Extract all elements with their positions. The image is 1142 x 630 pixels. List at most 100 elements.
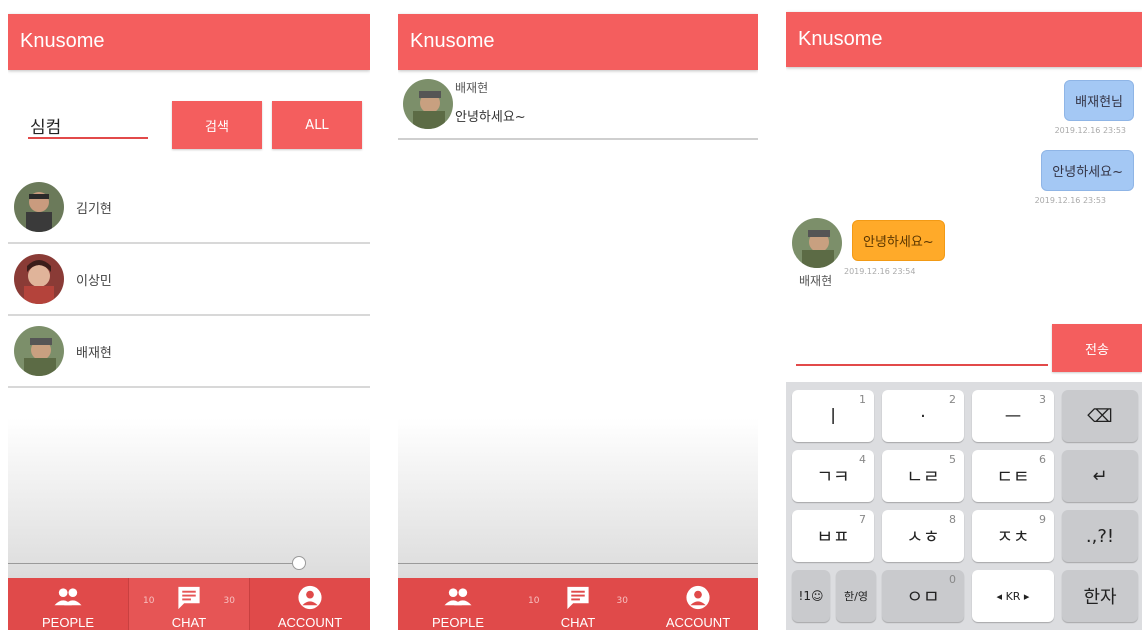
message-time: 2019.12.16 23:53: [1054, 126, 1126, 135]
message-input[interactable]: [796, 340, 1048, 366]
app-title: Knusome: [8, 14, 370, 70]
list-item[interactable]: 김기현: [8, 172, 370, 244]
key-dot[interactable]: · 2: [882, 390, 964, 442]
key-g[interactable]: ㄱㅋ 4: [792, 450, 874, 502]
key-i[interactable]: ㅣ1: [792, 390, 874, 442]
message-time: 2019.12.16 23:54: [844, 267, 916, 276]
bottom-nav: PEOPLE 10 CHAT 30 ACCOUNT: [398, 578, 758, 630]
progress-track: [8, 563, 300, 564]
key-number: 4: [859, 453, 866, 466]
bottom-nav: PEOPLE 10 CHAT 30 ACCOUNT: [8, 578, 370, 630]
people-icon: [444, 588, 472, 606]
key-number: 8: [949, 513, 956, 526]
person-name: 김기현: [76, 201, 112, 217]
list-item[interactable]: 배재현: [8, 316, 370, 388]
app-title: Knusome: [786, 12, 1142, 67]
chat-list-screen: Knusome 배재현 안녕하세요~ PEOPLE 10 CHAT 30 ACC…: [398, 0, 758, 630]
avatar: [403, 79, 453, 129]
nav-people[interactable]: PEOPLE: [398, 578, 518, 630]
message-bubble-in: 안녕하세요~: [852, 220, 945, 261]
enter-key[interactable]: ↵: [1062, 450, 1138, 502]
nav-label: PEOPLE: [431, 615, 485, 630]
avatar: [14, 254, 64, 304]
key-n[interactable]: ㄴㄹ 5: [882, 450, 964, 502]
key-label: 한자: [1083, 587, 1117, 608]
message-time: 2019.12.16 23:53: [1034, 196, 1106, 205]
nav-account[interactable]: ACCOUNT: [638, 578, 758, 630]
key-d[interactable]: ㄷㅌ 6: [972, 450, 1054, 502]
account-icon: [686, 585, 710, 610]
key-label: ㅂㅍ: [816, 527, 850, 548]
key-label: ㄱㅋ: [816, 467, 850, 488]
replay-10-icon: 10: [528, 596, 540, 606]
key-label: 한/영: [844, 590, 868, 603]
replay-10-icon: 10: [143, 596, 155, 606]
forward-30-icon: 30: [616, 596, 628, 606]
symbol-key[interactable]: !1☺: [792, 570, 830, 622]
avatar: [14, 326, 64, 376]
nav-label: ACCOUNT: [665, 615, 731, 630]
chat-icon: [567, 586, 589, 610]
nav-account[interactable]: ACCOUNT: [250, 578, 370, 630]
nav-chat[interactable]: 10 CHAT 30: [128, 578, 250, 630]
nav-label: CHAT: [560, 615, 596, 630]
search-button[interactable]: 검색: [172, 101, 262, 149]
forward-30-icon: 30: [223, 596, 235, 606]
avatar: [792, 218, 842, 268]
key-label: ㅣ: [824, 407, 842, 428]
lang-toggle-key[interactable]: 한/영: [836, 570, 876, 622]
key-label: ㅇㅁ: [906, 587, 940, 608]
key-number: 6: [1039, 453, 1046, 466]
nav-label: ACCOUNT: [277, 615, 343, 630]
key-number: 9: [1039, 513, 1046, 526]
all-button[interactable]: ALL: [272, 101, 362, 149]
message-bubble-out: 안녕하세요~: [1041, 150, 1134, 191]
person-name: 배재현: [76, 345, 112, 361]
chat-icon: [178, 586, 200, 610]
key-number: 2: [949, 393, 956, 406]
key-number: 5: [949, 453, 956, 466]
people-icon: [54, 588, 82, 606]
key-j[interactable]: ㅈㅊ 9: [972, 510, 1054, 562]
nav-label: PEOPLE: [41, 615, 95, 630]
key-label: ㅅㅎ: [906, 527, 940, 548]
nav-label: CHAT: [171, 615, 207, 630]
room-name: 배재현: [455, 81, 489, 95]
key-eu[interactable]: ㅡ3: [972, 390, 1054, 442]
key-number: 7: [859, 513, 866, 526]
space-key[interactable]: ◂ KR ▸: [972, 570, 1054, 622]
person-name: 이상민: [76, 273, 112, 289]
empty-area: [8, 418, 370, 578]
key-number: 1: [859, 393, 866, 406]
room-last-message: 안녕하세요~: [455, 110, 526, 125]
key-label: ㅡ: [1004, 407, 1022, 428]
message-bubble-out: 배재현님: [1064, 80, 1134, 121]
sender-name: 배재현: [799, 274, 833, 288]
avatar: [14, 182, 64, 232]
account-icon: [298, 585, 322, 610]
backspace-icon: ⌫: [1087, 405, 1113, 427]
key-label: ㄴㄹ: [906, 467, 940, 488]
keyboard: ㅣ1 · 2 ㅡ3 ⌫ ㄱㅋ 4 ㄴㄹ 5 ㄷㅌ 6 ↵ ㅂㅍ 7 ㅅㅎ 8 ㅈㅊ 9 .,?…: [786, 382, 1142, 630]
key-number: 3: [1039, 393, 1046, 406]
list-item[interactable]: 이상민: [8, 244, 370, 316]
key-label: !1☺: [798, 589, 824, 603]
punctuation-key[interactable]: .,?!: [1062, 510, 1138, 562]
nav-people[interactable]: PEOPLE: [8, 578, 128, 630]
key-label: .,?!: [1085, 525, 1115, 547]
people-screen: Knusome 검색 ALL 김기현 이상민 배재현 PEOPLE 10 CHA…: [8, 0, 370, 630]
key-s[interactable]: ㅅㅎ 8: [882, 510, 964, 562]
key-label: ·: [920, 405, 926, 427]
chat-room-item[interactable]: 배재현 안녕하세요~: [398, 70, 758, 140]
search-input[interactable]: [28, 113, 148, 139]
empty-area: [398, 418, 758, 578]
key-b[interactable]: ㅂㅍ 7: [792, 510, 874, 562]
send-button[interactable]: 전송: [1052, 324, 1142, 372]
app-title: Knusome: [398, 14, 758, 70]
key-o[interactable]: ㅇㅁ 0: [882, 570, 964, 622]
key-label: ◂ KR ▸: [996, 589, 1030, 603]
hanja-key[interactable]: 한자: [1062, 570, 1138, 622]
progress-thumb[interactable]: [292, 556, 306, 570]
nav-chat[interactable]: 10 CHAT 30: [518, 578, 638, 630]
backspace-key[interactable]: ⌫: [1062, 390, 1138, 442]
